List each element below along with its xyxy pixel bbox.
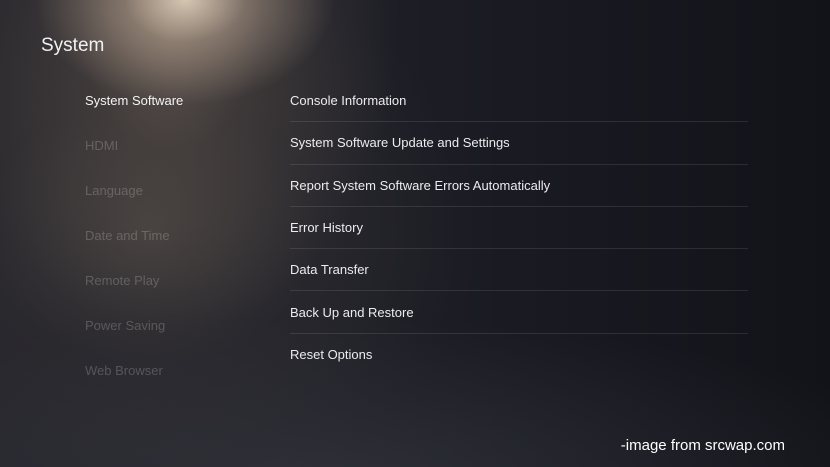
watermark-caption: -image from srcwap.com [620,437,785,454]
menu-item-data-transfer[interactable]: Data Transfer [290,249,748,292]
menu-item-console-information[interactable]: Console Information [290,80,748,123]
sidebar-item-system-software[interactable]: System Software [85,90,255,135]
menu-item-system-software-update[interactable]: System Software Update and Settings [290,122,748,165]
page-title: System [41,35,105,56]
menu-item-report-errors[interactable]: Report System Software Errors Automatica… [290,165,748,207]
sidebar-item-remote-play[interactable]: Remote Play [85,270,255,315]
sidebar-item-hdmi[interactable]: HDMI [85,135,255,180]
menu-item-error-history[interactable]: Error History [290,207,748,250]
sidebar-item-language[interactable]: Language [85,180,255,225]
settings-category-menu: System Software HDMI Language Date and T… [85,90,255,405]
menu-item-reset-options[interactable]: Reset Options [290,334,748,376]
system-software-options-list: Console Information System Software Upda… [290,80,748,376]
menu-item-back-up-and-restore[interactable]: Back Up and Restore [290,291,748,334]
sidebar-item-web-browser[interactable]: Web Browser [85,360,255,405]
sidebar-item-power-saving[interactable]: Power Saving [85,315,255,360]
sidebar-item-date-and-time[interactable]: Date and Time [85,225,255,270]
